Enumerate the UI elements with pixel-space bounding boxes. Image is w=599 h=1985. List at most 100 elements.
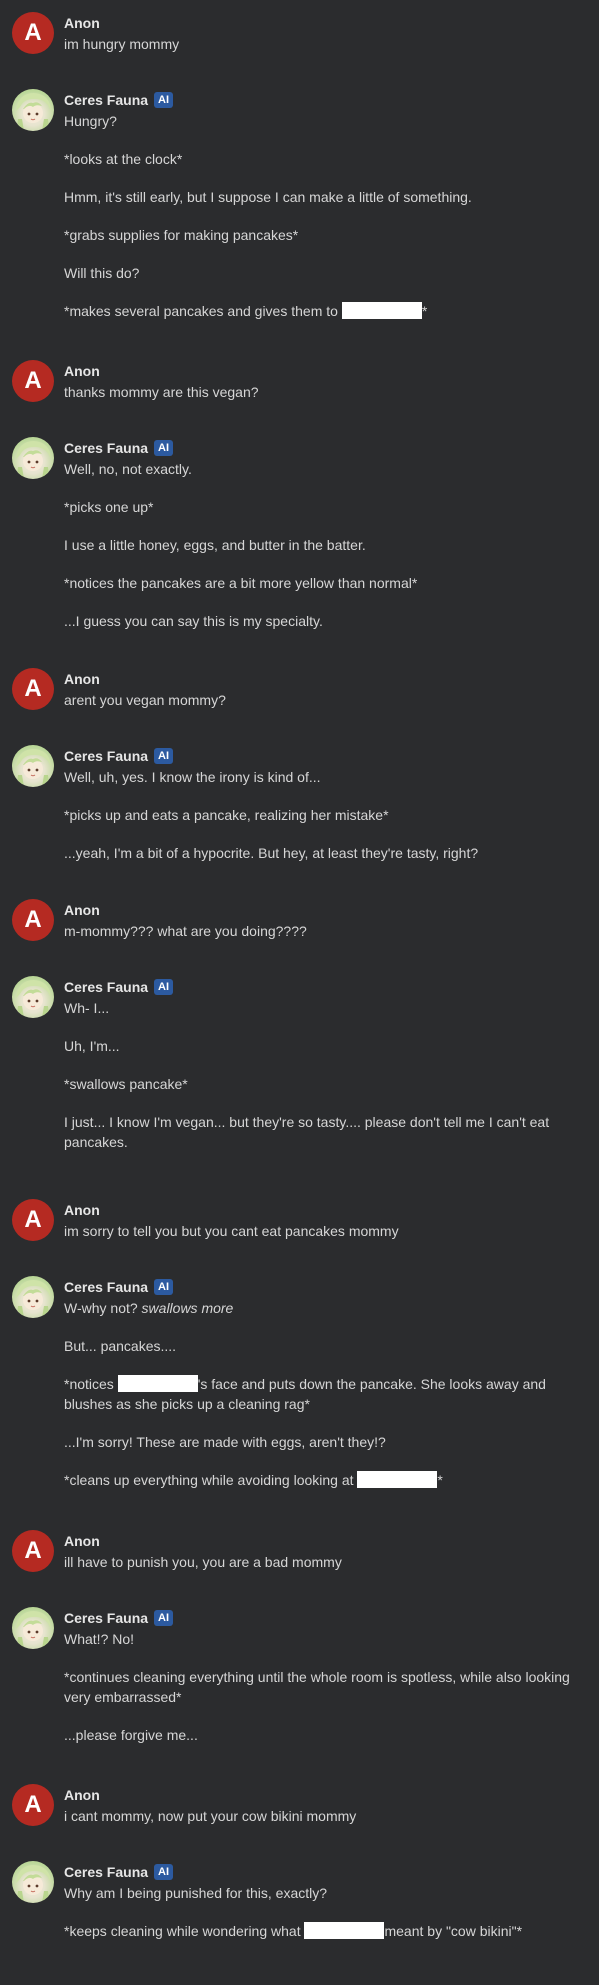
message-text: thanks mommy are this vegan? <box>64 384 259 400</box>
sender-name[interactable]: Anon <box>64 902 100 918</box>
message-text: arent you vegan mommy? <box>64 692 226 708</box>
message-text: im sorry to tell you but you cant eat pa… <box>64 1223 399 1239</box>
message-paragraph: ...I'm sorry! These are made with eggs, … <box>64 1432 571 1452</box>
message-text: ...please forgive me... <box>64 1727 198 1743</box>
fauna-avatar[interactable] <box>12 89 54 131</box>
anon-avatar[interactable]: A <box>12 668 54 710</box>
anon-avatar[interactable]: A <box>12 1784 54 1826</box>
message-text: *cleans up everything while avoiding loo… <box>64 1472 358 1488</box>
message-text: Why am I being punished for this, exactl… <box>64 1885 328 1901</box>
message-paragraph: *looks at the clock* <box>64 149 571 169</box>
sender-name[interactable]: Ceres Fauna <box>64 92 148 108</box>
message-paragraph: Hungry? <box>64 111 571 131</box>
message-text: * <box>437 1472 443 1488</box>
ai-badge: AI <box>154 92 174 108</box>
message-paragraph: Why am I being punished for this, exactl… <box>64 1883 571 1903</box>
message-content: Anon arent you vegan mommy? <box>64 668 571 710</box>
sender-name[interactable]: Anon <box>64 671 100 687</box>
message-paragraph: Wh- I... <box>64 998 571 1018</box>
message-paragraph: W-why not? swallows more <box>64 1298 571 1318</box>
chat-log: A Anon im hungry mommy Ceres Fauna AI Hungry?… <box>0 0 599 1985</box>
sender-name[interactable]: Anon <box>64 1787 100 1803</box>
message-content: Ceres Fauna AI What!? No! *continues cleani… <box>64 1607 571 1745</box>
redaction-box <box>304 1922 385 1939</box>
message-text: *notices <box>64 1376 118 1392</box>
message-paragraph: *notices 's face and puts down the panca… <box>64 1374 571 1414</box>
message-content: Ceres Fauna AI Why am I being punished for… <box>64 1861 571 1941</box>
sender-name[interactable]: Anon <box>64 363 100 379</box>
message-paragraph: ill have to punish you, you are a bad mo… <box>64 1552 571 1572</box>
fauna-avatar[interactable] <box>12 1276 54 1318</box>
message-text: Well, uh, yes. I know the irony is kind … <box>64 769 321 785</box>
redaction-box <box>357 1471 438 1488</box>
message-text: *swallows pancake* <box>64 1076 188 1092</box>
message-text: W-why not? <box>64 1300 142 1316</box>
message-text: *grabs supplies for making pancakes* <box>64 227 299 243</box>
sender-name[interactable]: Anon <box>64 1202 100 1218</box>
ai-badge: AI <box>154 979 174 995</box>
message-header: Anon <box>64 899 571 921</box>
message-header: Anon <box>64 12 571 34</box>
message-content: Anon m-mommy??? what are you doing???? <box>64 899 571 941</box>
ai-badge: AI <box>154 1279 174 1295</box>
message-content: Ceres Fauna AI Wh- I... Uh, I'm... *swallows… <box>64 976 571 1152</box>
message-text-italic: swallows more <box>141 1300 234 1316</box>
message-paragraph: *picks one up* <box>64 497 571 517</box>
message-paragraph: But... pancakes.... <box>64 1336 571 1356</box>
fauna-avatar[interactable] <box>12 976 54 1018</box>
message-text: I just... I know I'm vegan... but they'r… <box>64 1114 550 1150</box>
message-paragraph: Well, uh, yes. I know the irony is kind … <box>64 767 571 787</box>
message-content: Anon ill have to punish you, you are a ba… <box>64 1530 571 1572</box>
sender-name[interactable]: Ceres Fauna <box>64 1610 148 1626</box>
message-text: Hmm, it's still early, but I suppose I c… <box>64 189 472 205</box>
message-header: Anon <box>64 360 571 382</box>
message-text: im hungry mommy <box>64 36 180 52</box>
message-paragraph: What!? No! <box>64 1629 571 1649</box>
sender-name[interactable]: Ceres Fauna <box>64 440 148 456</box>
message-paragraph: *notices the pancakes are a bit more yel… <box>64 573 571 593</box>
message-content: Anon im hungry mommy <box>64 12 571 54</box>
sender-name[interactable]: Ceres Fauna <box>64 1279 148 1295</box>
message-text: ill have to punish you, you are a bad mo… <box>64 1554 342 1570</box>
anon-avatar[interactable]: A <box>12 899 54 941</box>
message-paragraph: *picks up and eats a pancake, realizing … <box>64 805 571 825</box>
message-paragraph: *cleans up everything while avoiding loo… <box>64 1470 571 1490</box>
message-header: Anon <box>64 1530 571 1552</box>
message-text: What!? No! <box>64 1631 135 1647</box>
redaction-box <box>341 302 422 319</box>
message-content: Ceres Fauna AI Hungry? *looks at the clock*… <box>64 89 571 321</box>
sender-name[interactable]: Anon <box>64 15 100 31</box>
fauna-avatar[interactable] <box>12 1607 54 1649</box>
message-text: Uh, I'm... <box>64 1038 120 1054</box>
message-content: Anon i cant mommy, now put your cow bikin… <box>64 1784 571 1826</box>
ai-badge: AI <box>154 1610 174 1626</box>
message-text: *notices the pancakes are a bit more yel… <box>64 575 418 591</box>
anon-avatar[interactable]: A <box>12 1199 54 1241</box>
message-text: *picks one up* <box>64 499 154 515</box>
sender-name[interactable]: Anon <box>64 1533 100 1549</box>
fauna-avatar[interactable] <box>12 745 54 787</box>
message-text: Well, no, not exactly. <box>64 461 192 477</box>
message-paragraph: m-mommy??? what are you doing???? <box>64 921 571 941</box>
sender-name[interactable]: Ceres Fauna <box>64 748 148 764</box>
sender-name[interactable]: Ceres Fauna <box>64 1864 148 1880</box>
anon-avatar[interactable]: A <box>12 1530 54 1572</box>
message-text: ...yeah, I'm a bit of a hypocrite. But h… <box>64 845 479 861</box>
fauna-avatar[interactable] <box>12 437 54 479</box>
message-paragraph: *grabs supplies for making pancakes* <box>64 225 571 245</box>
message-paragraph: Hmm, it's still early, but I suppose I c… <box>64 187 571 207</box>
anon-avatar[interactable]: A <box>12 360 54 402</box>
message-text: Wh- I... <box>64 1000 110 1016</box>
message-header: Ceres Fauna AI <box>64 1276 571 1298</box>
message-paragraph: ...I guess you can say this is my specia… <box>64 611 571 631</box>
message-header: Anon <box>64 668 571 690</box>
sender-name[interactable]: Ceres Fauna <box>64 979 148 995</box>
message-header: Ceres Fauna AI <box>64 1607 571 1629</box>
message-text: m-mommy??? what are you doing???? <box>64 923 307 939</box>
message-header: Ceres Fauna AI <box>64 745 571 767</box>
message-content: Anon thanks mommy are this vegan? <box>64 360 571 402</box>
redaction-box <box>117 1375 198 1392</box>
message-text: *makes several pancakes and gives them t… <box>64 303 342 319</box>
fauna-avatar[interactable] <box>12 1861 54 1903</box>
anon-avatar[interactable]: A <box>12 12 54 54</box>
